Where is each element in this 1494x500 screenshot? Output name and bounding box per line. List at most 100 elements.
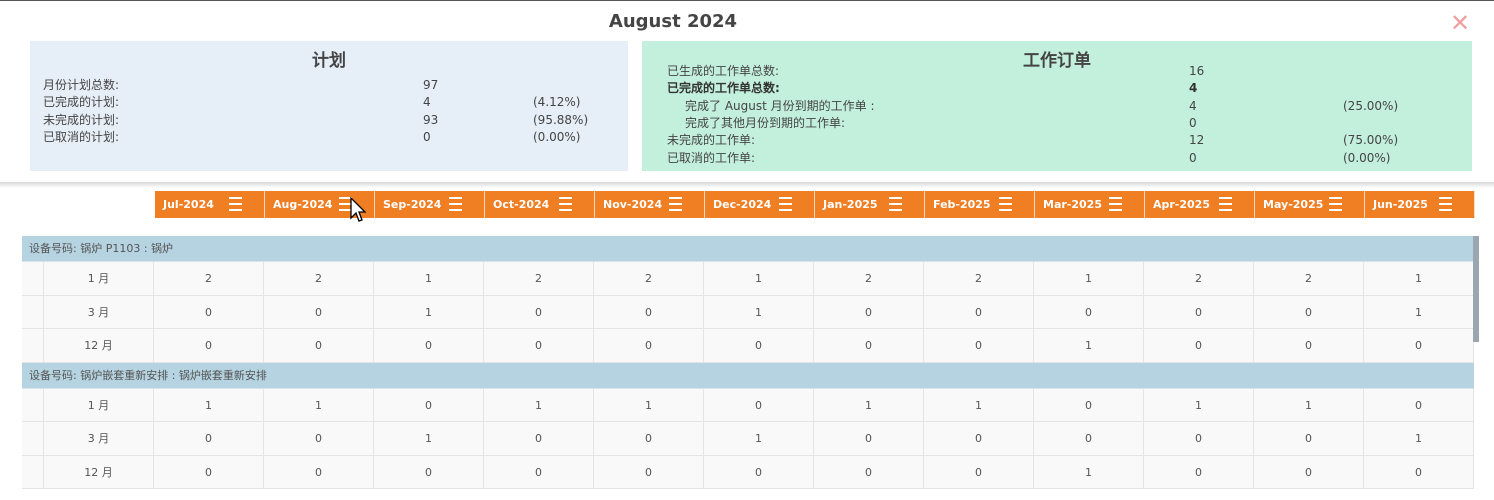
month-header-dec-2024[interactable]: Dec-2024 xyxy=(705,191,815,218)
count-cell[interactable]: 1 xyxy=(154,388,264,421)
count-cell[interactable]: 0 xyxy=(704,329,814,362)
count-cell[interactable]: 0 xyxy=(924,455,1034,488)
count-cell[interactable]: 1 xyxy=(484,388,594,421)
month-header-oct-2024[interactable]: Oct-2024 xyxy=(485,191,595,218)
count-cell[interactable]: 0 xyxy=(154,295,264,328)
month-label: Nov-2024 xyxy=(603,198,663,211)
count-cell[interactable]: 1 xyxy=(264,388,374,421)
month-header-jul-2024[interactable]: Jul-2024 xyxy=(155,191,265,218)
hamburger-menu-icon[interactable] xyxy=(1329,197,1342,211)
hamburger-menu-icon[interactable] xyxy=(1219,197,1232,211)
count-cell[interactable]: 0 xyxy=(264,295,374,328)
equipment-group-row[interactable]: 设备号码: 锅炉嵌套重新安排 : 锅炉嵌套重新安排 xyxy=(22,362,1474,389)
count-cell[interactable]: 0 xyxy=(1254,295,1364,328)
count-cell[interactable]: 0 xyxy=(1144,422,1254,455)
month-header-may-2025[interactable]: May-2025 xyxy=(1255,191,1365,218)
count-cell[interactable]: 2 xyxy=(1254,262,1364,295)
count-cell[interactable]: 0 xyxy=(264,455,374,488)
count-cell[interactable]: 0 xyxy=(1364,455,1474,488)
count-cell[interactable]: 0 xyxy=(924,329,1034,362)
hamburger-menu-icon[interactable] xyxy=(669,197,682,211)
count-cell[interactable]: 1 xyxy=(704,422,814,455)
count-cell[interactable]: 1 xyxy=(374,262,484,295)
month-header-jan-2025[interactable]: Jan-2025 xyxy=(815,191,925,218)
count-cell[interactable]: 1 xyxy=(1364,422,1474,455)
hamburger-menu-icon[interactable] xyxy=(889,197,902,211)
count-cell[interactable]: 2 xyxy=(1144,262,1254,295)
vertical-scrollbar[interactable] xyxy=(1473,236,1479,342)
count-cell[interactable]: 0 xyxy=(704,388,814,421)
count-cell[interactable]: 2 xyxy=(484,262,594,295)
count-cell[interactable]: 0 xyxy=(484,422,594,455)
count-cell[interactable]: 1 xyxy=(1364,295,1474,328)
count-cell[interactable]: 0 xyxy=(154,329,264,362)
count-cell[interactable]: 0 xyxy=(1034,422,1144,455)
month-header-nov-2024[interactable]: Nov-2024 xyxy=(595,191,705,218)
count-cell[interactable]: 2 xyxy=(594,262,704,295)
count-cell[interactable]: 1 xyxy=(704,262,814,295)
count-cell[interactable]: 0 xyxy=(1364,329,1474,362)
count-cell[interactable]: 0 xyxy=(1144,329,1254,362)
count-cell[interactable]: 0 xyxy=(814,455,924,488)
count-cell[interactable]: 1 xyxy=(704,295,814,328)
count-cell[interactable]: 0 xyxy=(1144,295,1254,328)
count-cell[interactable]: 2 xyxy=(264,262,374,295)
month-header-sep-2024[interactable]: Sep-2024 xyxy=(375,191,485,218)
count-cell[interactable]: 2 xyxy=(924,262,1034,295)
equipment-group-row[interactable]: 设备号码: 锅炉 P1103 : 锅炉 xyxy=(22,236,1474,262)
count-cell[interactable]: 0 xyxy=(264,422,374,455)
count-cell[interactable]: 1 xyxy=(1144,388,1254,421)
count-cell[interactable]: 0 xyxy=(484,455,594,488)
count-cell[interactable]: 0 xyxy=(1254,329,1364,362)
count-cell[interactable]: 0 xyxy=(374,388,484,421)
month-header-jun-2025[interactable]: Jun-2025 xyxy=(1365,191,1475,218)
count-cell[interactable]: 0 xyxy=(814,422,924,455)
count-cell[interactable]: 0 xyxy=(1034,388,1144,421)
hamburger-menu-icon[interactable] xyxy=(449,197,462,211)
month-header-feb-2025[interactable]: Feb-2025 xyxy=(925,191,1035,218)
count-cell[interactable]: 0 xyxy=(1364,388,1474,421)
count-cell[interactable]: 0 xyxy=(594,422,704,455)
count-cell[interactable]: 0 xyxy=(484,295,594,328)
month-label: Aug-2024 xyxy=(273,198,333,211)
count-cell[interactable]: 0 xyxy=(374,329,484,362)
count-cell[interactable]: 0 xyxy=(924,295,1034,328)
count-cell[interactable]: 1 xyxy=(1254,388,1364,421)
count-cell[interactable]: 0 xyxy=(264,329,374,362)
hamburger-menu-icon[interactable] xyxy=(1109,197,1122,211)
count-cell[interactable]: 0 xyxy=(154,422,264,455)
close-icon[interactable]: ✕ xyxy=(1448,9,1472,37)
count-cell[interactable]: 1 xyxy=(374,295,484,328)
count-cell[interactable]: 0 xyxy=(814,329,924,362)
count-cell[interactable]: 1 xyxy=(1034,262,1144,295)
count-cell[interactable]: 1 xyxy=(814,388,924,421)
hamburger-menu-icon[interactable] xyxy=(999,197,1012,211)
count-cell[interactable]: 1 xyxy=(924,388,1034,421)
count-cell[interactable]: 0 xyxy=(1034,295,1144,328)
count-cell[interactable]: 1 xyxy=(374,422,484,455)
count-cell[interactable]: 2 xyxy=(154,262,264,295)
count-cell[interactable]: 0 xyxy=(154,455,264,488)
count-cell[interactable]: 1 xyxy=(594,388,704,421)
count-cell[interactable]: 1 xyxy=(1034,329,1144,362)
count-cell[interactable]: 0 xyxy=(924,422,1034,455)
month-header-mar-2025[interactable]: Mar-2025 xyxy=(1035,191,1145,218)
count-cell[interactable]: 0 xyxy=(594,329,704,362)
count-cell[interactable]: 0 xyxy=(704,455,814,488)
count-cell[interactable]: 0 xyxy=(1254,422,1364,455)
hamburger-menu-icon[interactable] xyxy=(229,197,242,211)
count-cell[interactable]: 1 xyxy=(1364,262,1474,295)
count-cell[interactable]: 1 xyxy=(1034,455,1144,488)
count-cell[interactable]: 0 xyxy=(484,329,594,362)
count-cell[interactable]: 2 xyxy=(814,262,924,295)
count-cell[interactable]: 0 xyxy=(814,295,924,328)
count-cell[interactable]: 0 xyxy=(374,455,484,488)
count-cell[interactable]: 0 xyxy=(594,295,704,328)
count-cell[interactable]: 0 xyxy=(594,455,704,488)
hamburger-menu-icon[interactable] xyxy=(1439,197,1452,211)
hamburger-menu-icon[interactable] xyxy=(779,197,792,211)
month-header-apr-2025[interactable]: Apr-2025 xyxy=(1145,191,1255,218)
hamburger-menu-icon[interactable] xyxy=(559,197,572,211)
count-cell[interactable]: 0 xyxy=(1144,455,1254,488)
count-cell[interactable]: 0 xyxy=(1254,455,1364,488)
